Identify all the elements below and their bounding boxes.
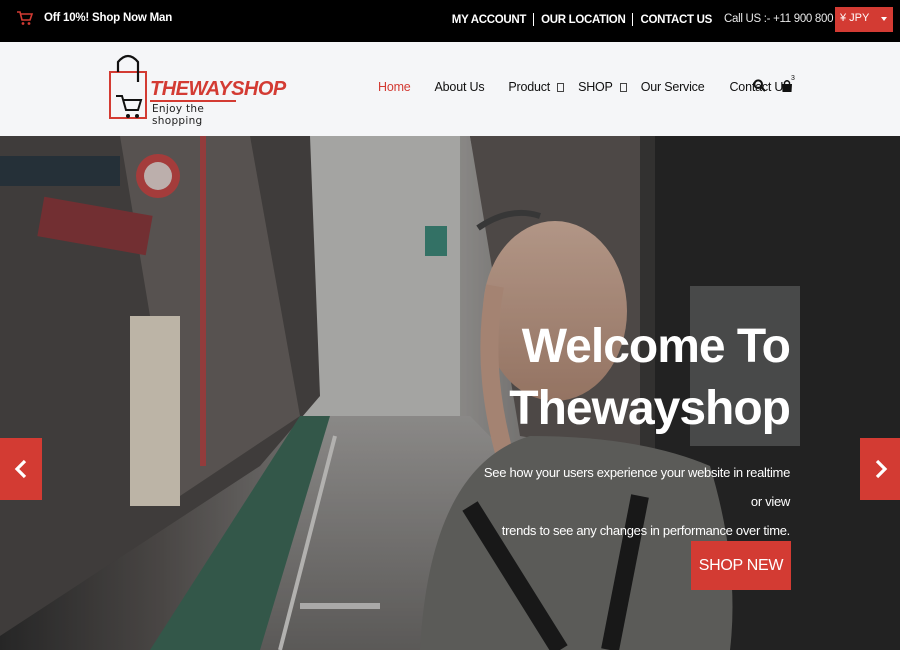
promo-text: Off 10%! Shop Now Man bbox=[44, 12, 173, 24]
nav-product[interactable]: Product bbox=[508, 80, 565, 94]
contact-us-link[interactable]: CONTACT US bbox=[640, 14, 712, 26]
hero-title-line-1: Welcome To bbox=[521, 320, 791, 373]
main-nav: Home About Us Product SHOP Our Service C… bbox=[378, 80, 790, 94]
caret-down-icon bbox=[881, 17, 887, 21]
divider bbox=[533, 13, 535, 26]
cart-count-badge: 3 bbox=[791, 75, 795, 82]
currency-select[interactable]: ¥ JPY bbox=[835, 7, 893, 32]
logo-subtitle: Enjoy the shopping bbox=[152, 103, 205, 127]
nav-home[interactable]: Home bbox=[378, 80, 411, 94]
logo-title: THEWAYSHOP bbox=[150, 78, 286, 100]
site-header: THEWAYSHOP Enjoy the shopping Home About… bbox=[0, 42, 900, 136]
chevron-right-icon bbox=[875, 459, 888, 479]
logo-bag-icon bbox=[109, 54, 147, 119]
slider-prev-button[interactable] bbox=[0, 438, 42, 500]
dropdown-icon bbox=[557, 82, 565, 92]
hero-description: See how your users experience your websi… bbox=[470, 458, 790, 545]
nav-our-service[interactable]: Our Service bbox=[641, 80, 705, 94]
cart-icon bbox=[16, 10, 34, 26]
hero-description-line-1: See how your users experience your websi… bbox=[483, 465, 790, 509]
slider-next-button[interactable] bbox=[860, 438, 900, 500]
chevron-left-icon bbox=[14, 459, 27, 479]
promo[interactable]: Off 10%! Shop Now Man bbox=[16, 10, 172, 26]
shop-new-button[interactable]: SHOP NEW bbox=[691, 541, 791, 590]
nav-product-label: Product bbox=[508, 80, 551, 94]
divider bbox=[632, 13, 634, 26]
hero-slider: Welcome To Thewayshop See how your users… bbox=[0, 136, 900, 650]
dropdown-icon bbox=[619, 82, 627, 92]
search-button[interactable] bbox=[753, 79, 766, 97]
hero-title: Welcome To Thewayshop bbox=[370, 316, 791, 441]
hero-title-line-2: Thewayshop bbox=[509, 382, 791, 436]
nav-shop-label: SHOP bbox=[578, 80, 613, 94]
my-account-link[interactable]: MY ACCOUNT bbox=[452, 14, 527, 26]
currency-value: ¥ JPY bbox=[840, 12, 870, 24]
logo[interactable]: THEWAYSHOP Enjoy the shopping bbox=[108, 52, 286, 128]
top-bar: Off 10%! Shop Now Man MY ACCOUNT OUR LOC… bbox=[0, 0, 900, 42]
nav-about-us[interactable]: About Us bbox=[435, 80, 485, 94]
nav-shop[interactable]: SHOP bbox=[578, 80, 627, 94]
top-links: MY ACCOUNT OUR LOCATION CONTACT US bbox=[452, 13, 712, 26]
search-icon bbox=[753, 79, 766, 92]
our-location-link[interactable]: OUR LOCATION bbox=[541, 14, 626, 26]
